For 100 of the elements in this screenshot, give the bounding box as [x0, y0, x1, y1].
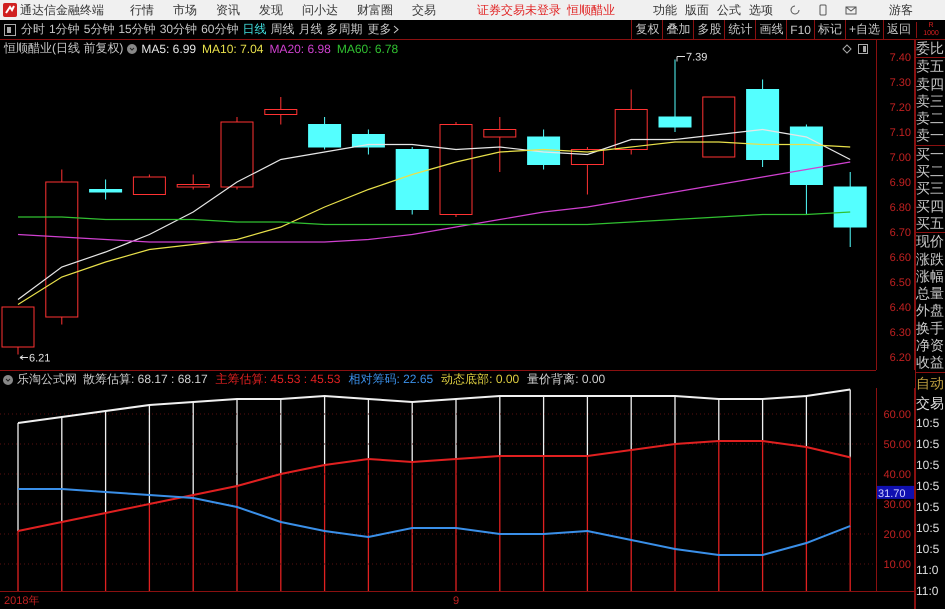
candlestick [352, 129, 385, 155]
axis-label: 6.70 [890, 227, 911, 239]
quote-label: 外盘 [916, 302, 945, 320]
toolbar-button[interactable]: 标记 [814, 20, 845, 39]
toolbar-button[interactable]: +自选 [844, 20, 883, 39]
period-tab[interactable]: 月线 [296, 21, 324, 38]
axis-label: 6.90 [890, 177, 911, 189]
quote-label: 换手 [916, 320, 945, 338]
period-tab[interactable]: 多周期 [324, 21, 364, 38]
menu-item[interactable]: 财富圈 [357, 2, 393, 18]
period-tab[interactable]: 15分钟 [116, 21, 158, 38]
quote-label: 总量 [916, 285, 945, 302]
trade-time: 10:5 [916, 498, 940, 516]
user-name[interactable]: 游客 [889, 2, 913, 18]
axis-label: 6.30 [890, 327, 911, 339]
quote-label: 买五 [916, 214, 945, 234]
stock-name: 恒顺醋业 [567, 2, 615, 18]
toolbar-button[interactable]: 画线 [755, 20, 786, 39]
axis-label: 7.20 [890, 102, 911, 114]
axis-label: 6.40 [890, 302, 911, 314]
price-label: 6.21 [29, 352, 50, 364]
trade-time: 10:5 [916, 414, 940, 432]
axis-label: 40.00 [883, 469, 911, 481]
menu-item[interactable]: 功能 [653, 2, 677, 18]
period-tab[interactable]: 30分钟 [158, 21, 200, 38]
trade-time: 11:0 [916, 582, 940, 600]
indicator-reading: 相对筹码: 22.65 [348, 371, 434, 388]
menu-item[interactable]: 交易 [412, 2, 436, 18]
quote-label: 买四 [916, 198, 945, 215]
axis-label: 30.00 [883, 499, 911, 511]
date-label: 9 [453, 595, 460, 607]
axis-label: 6.20 [890, 352, 911, 364]
indicator-reading: 散筹估算: 68.17 : 68.17 [83, 371, 208, 388]
quote-label: 卖一 [916, 127, 945, 146]
quote-label: 卖四 [916, 76, 945, 93]
app-name: 通达信金融终端 [20, 2, 104, 18]
indicator-reading: 量价背离: 0.00 [527, 371, 606, 388]
settings-icon[interactable] [3, 374, 13, 384]
axis-label: 10.00 [883, 559, 911, 571]
axis-label: 60.00 [883, 409, 911, 421]
toolbar-button[interactable]: 返回 [883, 20, 914, 39]
toolbar-button[interactable]: 多股 [693, 20, 724, 39]
candlestick [308, 116, 342, 150]
quote-label: 买一 [916, 146, 945, 164]
phone-icon[interactable] [817, 4, 829, 16]
menu-item[interactable]: 版面 [685, 2, 709, 18]
settings-icon[interactable] [127, 44, 138, 54]
period-tab[interactable]: 日线 [240, 21, 268, 38]
toolbar-button[interactable]: 叠加 [662, 20, 694, 39]
toolbar-button[interactable]: 统计 [724, 20, 756, 39]
period-tab[interactable]: 60分钟 [199, 21, 240, 38]
candlestick [527, 129, 560, 170]
period-tab[interactable]: 5分钟 [82, 21, 116, 38]
cursor-value: 31.70 [877, 486, 914, 500]
trade-time: 10:5 [916, 436, 940, 453]
candlestick [132, 174, 166, 195]
menu-item[interactable]: 资讯 [216, 2, 240, 18]
panel-toggle-icon[interactable] [858, 44, 868, 54]
mail-icon[interactable] [845, 4, 857, 16]
candlestick [702, 96, 736, 158]
login-status[interactable]: 证券交易未登录 [477, 2, 561, 18]
axis-label: 6.60 [890, 252, 911, 264]
more-menu[interactable]: 更多 [364, 21, 402, 38]
period-tab[interactable]: 1分钟 [47, 21, 82, 38]
quote-label: 委比 [916, 40, 945, 58]
indicator-reading: 主筹估算: 45.53 : 45.53 [216, 371, 340, 388]
mode-label[interactable]: 自动 [916, 372, 945, 393]
candlestick [614, 89, 648, 155]
indicator-reading: 动态底部: 0.00 [441, 371, 520, 388]
axis-label: 6.80 [890, 202, 911, 214]
ma-value: MA20: 6.98 [269, 42, 331, 56]
refresh-icon[interactable] [789, 4, 801, 16]
quote-label: 卖三 [916, 92, 945, 110]
period-tab[interactable]: 分时 [19, 21, 47, 38]
toolbar-button[interactable]: 复权 [631, 20, 662, 39]
quote-label: 收益 [916, 354, 945, 372]
trade-time: 10:5 [916, 520, 940, 537]
menu-item[interactable]: 行情 [130, 2, 154, 18]
quote-label: 卖二 [916, 110, 945, 128]
menu-item[interactable]: 发现 [259, 2, 283, 18]
candlestick [483, 116, 516, 172]
price-label: 7.39 [686, 52, 708, 64]
ma-value: MA60: 6.78 [336, 42, 398, 56]
date-label: 2018年 [4, 595, 40, 607]
diamond-icon[interactable] [842, 44, 852, 54]
axis-label: 7.30 [890, 77, 911, 89]
menu-item[interactable]: 市场 [173, 2, 197, 18]
toolbar-button[interactable]: F10 [786, 20, 814, 39]
candlestick [396, 146, 429, 215]
menu-item[interactable]: 公式 [717, 2, 741, 18]
panel-toggle-icon[interactable] [4, 24, 16, 36]
menu-item[interactable]: 选项 [749, 2, 773, 18]
axis-label: 20.00 [883, 529, 911, 541]
trade-time: 10:5 [916, 456, 940, 474]
candlestick [176, 174, 210, 190]
trade-time: 10:5 [916, 540, 940, 558]
period-tab[interactable]: 周线 [268, 21, 296, 38]
axis-label: 7.00 [890, 152, 911, 164]
quote-label: 涨幅 [916, 268, 945, 286]
menu-item[interactable]: 问小达 [302, 2, 338, 18]
